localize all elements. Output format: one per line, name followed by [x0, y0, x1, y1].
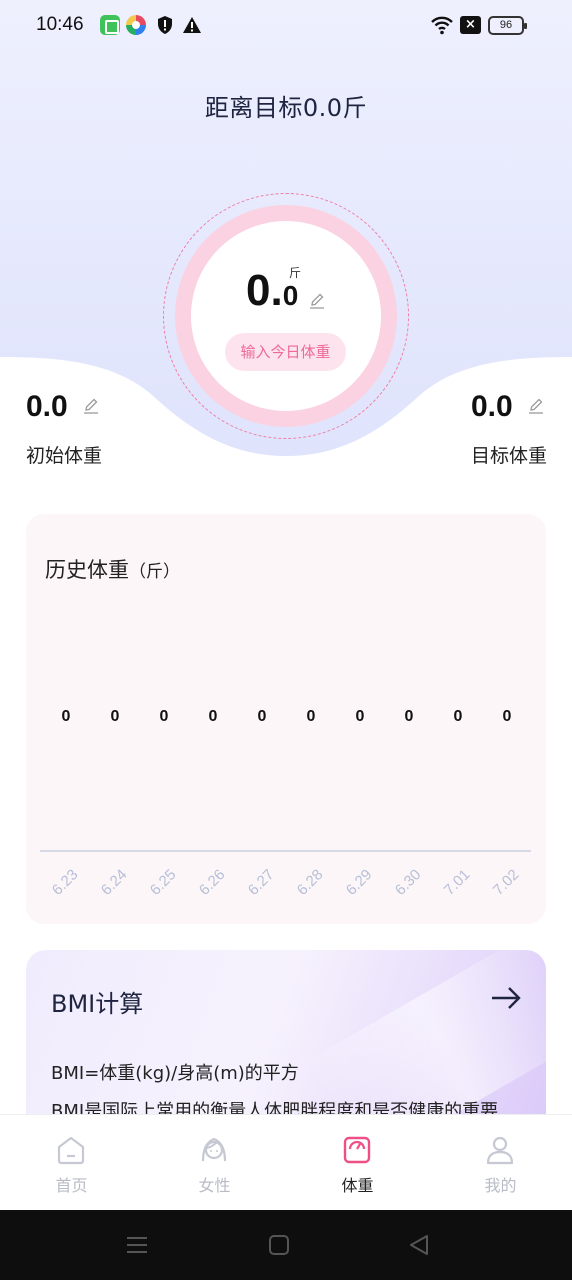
chart-data-label: 0: [160, 708, 169, 725]
system-nav-bar: [0, 1210, 572, 1280]
chart-data-label: 0: [111, 708, 120, 725]
chart-data-label: 0: [356, 708, 365, 725]
wifi-icon: [431, 16, 453, 35]
chart-x-tick-label: 6.27: [245, 866, 278, 899]
chart-x-tick-label: 6.24: [98, 866, 131, 899]
chart-data-label: 0: [62, 708, 71, 725]
chart-x-tick-label: 7.01: [441, 866, 474, 899]
tab-weight-label: 体重: [341, 1176, 374, 1195]
chart-x-tick-label: 6.29: [343, 866, 376, 899]
tab-weight[interactable]: 体重: [286, 1115, 429, 1211]
chart-x-tick-label: 6.30: [392, 866, 425, 899]
close-box-icon: ×: [460, 16, 481, 34]
home-square-icon[interactable]: [268, 1234, 290, 1256]
start-weight-value: 0.0: [26, 390, 68, 423]
back-icon[interactable]: [408, 1234, 430, 1256]
chart-x-tick-label: 6.28: [294, 866, 327, 899]
browser-notification-icon: [126, 15, 146, 35]
woman-icon: [201, 1137, 227, 1162]
bmi-title: BMI计算: [51, 990, 144, 1018]
edit-start-weight-icon[interactable]: [83, 398, 99, 414]
bmi-formula: BMI=体重(kg)/身高(m)的平方: [51, 1063, 299, 1084]
history-chart: 0 6.23 0 6.24 0 6.25 0 6.26 0 6.27 0 6.28 0 6.29 0 6.30…: [40, 708, 531, 899]
current-weight-int: 0.: [246, 266, 283, 315]
start-weight-label: 初始体重: [26, 445, 103, 467]
tab-woman-label: 女性: [198, 1176, 231, 1195]
bottom-tab-bar: 首页 女性 体重 我的: [0, 1114, 572, 1210]
arrow-right-icon[interactable]: [490, 986, 522, 1010]
scale-icon: [343, 1136, 371, 1164]
chart-data-label: 0: [503, 708, 512, 725]
history-weight-card: 历史体重（斤） 0 6.23 0 6.24 0 6.25 0 6.26 0 6.27 0 6.28 0 6…: [26, 514, 546, 924]
edit-current-weight-icon[interactable]: [309, 293, 325, 309]
tab-mine[interactable]: 我的: [429, 1115, 572, 1211]
status-bar: 10:46 × 96: [0, 0, 572, 52]
chart-data-label: 0: [209, 708, 218, 725]
edit-target-weight-icon[interactable]: [528, 398, 544, 414]
shield-icon: [158, 16, 172, 34]
tab-mine-label: 我的: [484, 1176, 517, 1195]
chart-x-tick-label: 7.02: [490, 866, 523, 899]
warning-icon: [183, 17, 201, 33]
menu-icon[interactable]: [126, 1234, 148, 1256]
battery-indicator: 96: [488, 16, 527, 35]
weight-ring-inner: [191, 221, 381, 411]
chart-x-tick-label: 6.23: [49, 866, 82, 899]
tab-home[interactable]: 首页: [0, 1115, 143, 1211]
chart-data-label: 0: [307, 708, 316, 725]
goal-distance-title: 距离目标0.0斤: [204, 94, 368, 122]
home-icon: [57, 1136, 85, 1165]
tab-home-label: 首页: [55, 1176, 88, 1195]
chart-x-tick-label: 6.26: [196, 866, 229, 899]
input-today-weight-button[interactable]: 输入今日体重: [225, 333, 346, 371]
chart-data-label: 0: [405, 708, 414, 725]
chart-x-tick-label: 6.25: [147, 866, 180, 899]
chart-data-label: 0: [258, 708, 267, 725]
status-time: 10:46: [36, 14, 84, 35]
app-notification-icon: [100, 15, 120, 35]
target-weight-label: 目标体重: [471, 445, 548, 467]
person-icon: [486, 1136, 514, 1165]
current-weight-decimal: 0: [282, 280, 299, 311]
chart-data-label: 0: [454, 708, 463, 725]
target-weight-value: 0.0: [471, 390, 513, 423]
tab-woman[interactable]: 女性: [143, 1115, 286, 1211]
current-weight-unit: 斤: [289, 266, 302, 280]
weight-screen: 10:46 × 96 距离目标0.0斤 0.0 斤 输入今日体重 0.0 初始体…: [0, 0, 572, 1280]
